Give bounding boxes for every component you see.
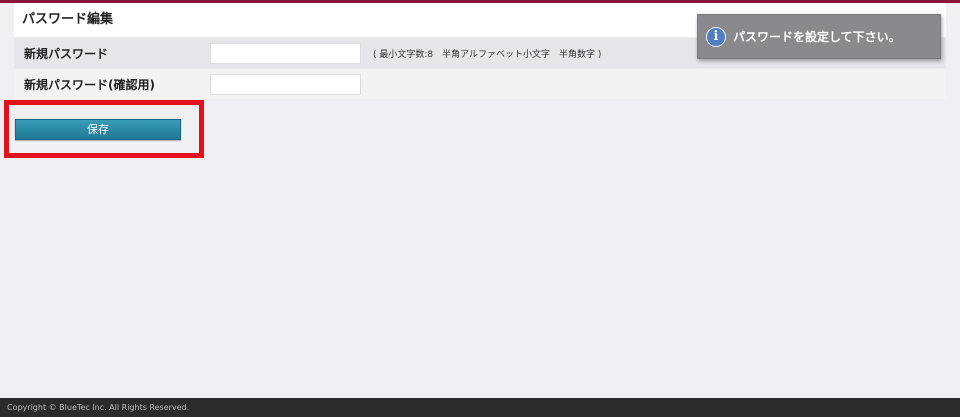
- save-button[interactable]: 保存: [15, 119, 181, 140]
- info-icon: i: [706, 26, 726, 47]
- password-requirements-hint: ( 最小文字数:8 半角アルファベット小文字 半角数字 ): [373, 49, 602, 60]
- confirm-password-input[interactable]: [210, 73, 361, 95]
- new-password-label: 新規パスワード: [14, 38, 202, 68]
- toast-message: パスワードを設定して下さい。: [733, 30, 901, 44]
- confirm-password-field-cell: [202, 69, 946, 99]
- confirm-password-row: 新規パスワード(確認用): [14, 68, 946, 99]
- info-toast[interactable]: i パスワードを設定して下さい。: [697, 14, 941, 59]
- footer-copyright: Copyright © BlueTec Inc. All Rights Rese…: [0, 398, 960, 417]
- new-password-input[interactable]: [210, 42, 361, 64]
- confirm-password-label: 新規パスワード(確認用): [14, 69, 202, 99]
